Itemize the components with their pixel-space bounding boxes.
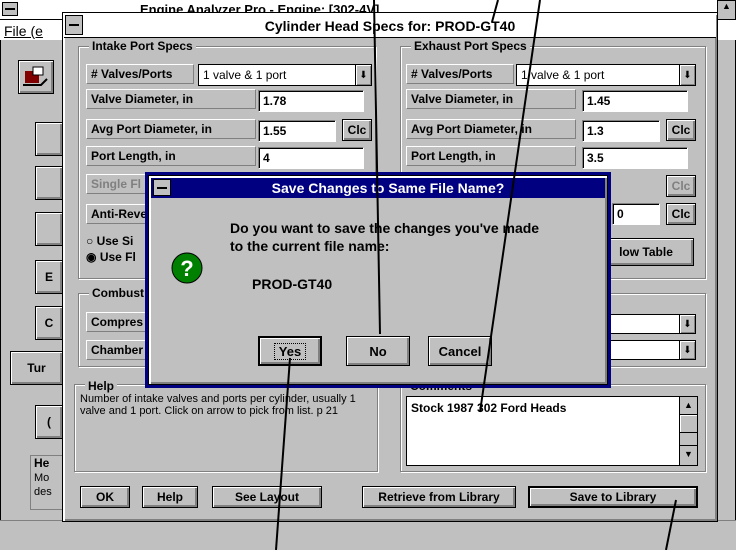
annotation-arrows	[275, 0, 677, 550]
arrow-to-save-library	[665, 499, 677, 550]
arrow-to-yes	[275, 357, 291, 550]
arrow-to-no	[373, 0, 381, 335]
arrow-to-title	[491, 0, 499, 23]
arrow-to-comments	[479, 0, 541, 413]
